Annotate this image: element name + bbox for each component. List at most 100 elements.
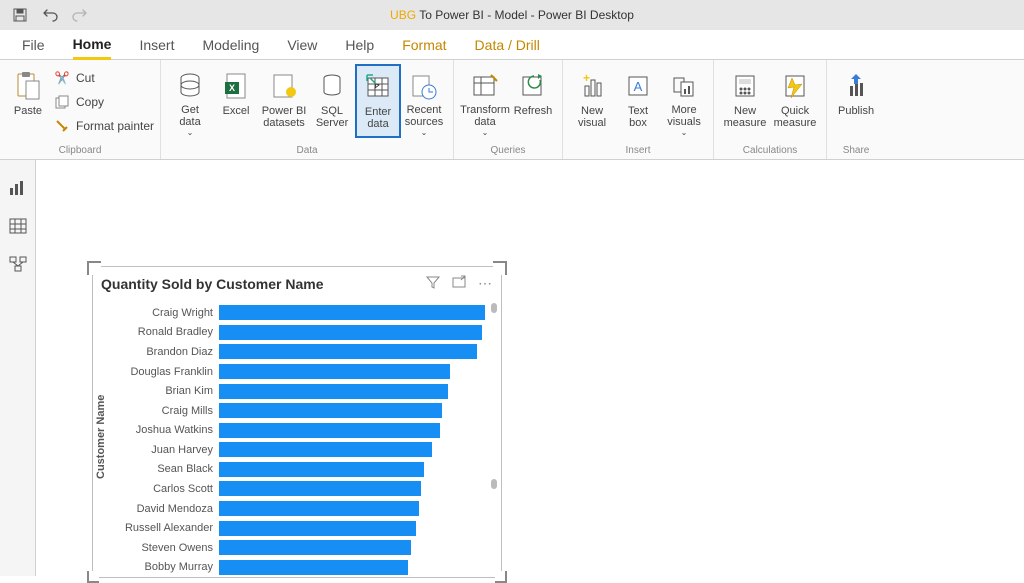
database-icon (177, 69, 203, 102)
data-view-button[interactable] (6, 216, 30, 236)
tab-modeling[interactable]: Modeling (202, 30, 259, 59)
sql-server-button[interactable]: SQL Server (309, 64, 355, 138)
more-visuals-button[interactable]: More visuals⌄ (661, 64, 707, 138)
tab-home[interactable]: Home (73, 31, 112, 60)
tab-insert[interactable]: Insert (139, 30, 174, 59)
view-rail (0, 160, 36, 576)
bar-fill[interactable] (219, 423, 440, 438)
enter-data-icon (365, 70, 391, 104)
bar-row: Brandon Diaz (109, 342, 485, 362)
ribbon-group-share: Publish Share (827, 60, 885, 159)
bar-label: Joshua Watkins (109, 424, 219, 436)
scroll-thumb-bottom[interactable] (491, 479, 497, 489)
report-view-button[interactable] (6, 178, 30, 198)
bar-fill[interactable] (219, 442, 432, 457)
ribbon-group-data: Get data⌄ XExcel Power BI datasets SQL S… (161, 60, 454, 159)
bar-row: Sean Black (109, 460, 485, 480)
bar-row: Brian Kim (109, 381, 485, 401)
bar-label: David Mendoza (109, 503, 219, 515)
bar-row: Ronald Bradley (109, 323, 485, 343)
bar-fill[interactable] (219, 344, 477, 359)
bar-row: Joshua Watkins (109, 420, 485, 440)
excel-button[interactable]: XExcel (213, 64, 259, 138)
bar-label: Sean Black (109, 463, 219, 475)
bar-fill[interactable] (219, 384, 448, 399)
new-measure-button[interactable]: New measure (720, 64, 770, 138)
bar-fill[interactable] (219, 305, 485, 320)
more-options-icon[interactable]: ⋯ (478, 275, 493, 294)
clipboard-small-buttons: ✂️Cut Copy Format painter (50, 64, 154, 136)
recent-sources-button[interactable]: Recent sources⌄ (401, 64, 447, 138)
quick-measure-button[interactable]: Quick measure (770, 64, 820, 138)
undo-icon[interactable] (42, 7, 58, 23)
tab-data-drill[interactable]: Data / Drill (475, 30, 540, 59)
bar-row: Bobby Murray (109, 558, 485, 578)
ribbon-group-calculations: New measure Quick measure Calculations (714, 60, 827, 159)
chart-bars: Craig WrightRonald Bradley Brandon Diaz Do… (109, 297, 485, 577)
report-canvas[interactable]: Quantity Sold by Customer Name ⋯ Custome… (36, 160, 1024, 576)
more-visuals-icon (671, 69, 697, 102)
model-view-button[interactable] (6, 254, 30, 274)
copy-button[interactable]: Copy (54, 92, 154, 112)
publish-icon (843, 69, 869, 103)
cut-icon: ✂️ (54, 70, 70, 86)
bar-row: Craig Mills (109, 401, 485, 421)
svg-text:A: A (634, 79, 643, 94)
clipboard-icon (15, 69, 41, 103)
bar-fill[interactable] (219, 501, 419, 516)
ribbon-group-queries: Transform data⌄ Refresh Queries (454, 60, 563, 159)
filter-icon[interactable] (426, 275, 440, 294)
tab-view[interactable]: View (287, 30, 317, 59)
paste-button[interactable]: Paste (6, 64, 50, 138)
bar-fill[interactable] (219, 325, 482, 340)
bar-row: Russell Alexander (109, 518, 485, 538)
new-visual-button[interactable]: +New visual (569, 64, 615, 138)
bar-label: Steven Owens (109, 542, 219, 554)
bar-row: Craig Wright (109, 303, 485, 323)
transform-data-button[interactable]: Transform data⌄ (460, 64, 510, 138)
save-icon[interactable] (12, 7, 28, 23)
get-data-button[interactable]: Get data⌄ (167, 64, 213, 138)
bar-fill[interactable] (219, 462, 424, 477)
format-painter-button[interactable]: Format painter (54, 116, 154, 136)
publish-button[interactable]: Publish (833, 64, 879, 138)
bar-fill[interactable] (219, 364, 450, 379)
refresh-button[interactable]: Refresh (510, 64, 556, 138)
text-box-button[interactable]: AText box (615, 64, 661, 138)
recent-icon (411, 69, 437, 102)
bar-label: Juan Harvey (109, 444, 219, 456)
dataset-icon (271, 69, 297, 103)
tab-help[interactable]: Help (345, 30, 374, 59)
title-bar: UBG To Power BI - Model - Power BI Deskt… (0, 0, 1024, 30)
textbox-icon: A (626, 69, 650, 103)
ribbon-tabs: File Home Insert Modeling View Help Form… (0, 30, 1024, 60)
bar-fill[interactable] (219, 560, 408, 575)
tab-file[interactable]: File (22, 30, 45, 59)
chart-title: Quantity Sold by Customer Name (101, 276, 426, 292)
bar-fill[interactable] (219, 403, 442, 418)
scroll-thumb-top[interactable] (491, 303, 497, 313)
chart-scrollbar[interactable] (491, 303, 497, 569)
bar-label: Brandon Diaz (109, 346, 219, 358)
quick-measure-icon (782, 69, 808, 103)
bar-label: Douglas Franklin (109, 366, 219, 378)
redo-icon[interactable] (72, 7, 88, 23)
bar-row: David Mendoza (109, 499, 485, 519)
visual-header: Quantity Sold by Customer Name ⋯ (93, 267, 501, 297)
bar-row: Juan Harvey (109, 440, 485, 460)
chart-icon: + (579, 69, 605, 103)
bar-fill[interactable] (219, 521, 416, 536)
refresh-icon (520, 69, 546, 103)
focus-mode-icon[interactable] (452, 275, 466, 294)
ribbon-group-insert: +New visual AText box More visuals⌄ Inse… (563, 60, 714, 159)
bar-fill[interactable] (219, 540, 411, 555)
pbi-datasets-button[interactable]: Power BI datasets (259, 64, 309, 138)
cut-button[interactable]: ✂️Cut (54, 68, 154, 88)
bar-row: Steven Owens (109, 538, 485, 558)
tab-format[interactable]: Format (402, 30, 446, 59)
chart-visual[interactable]: Quantity Sold by Customer Name ⋯ Custome… (92, 266, 502, 578)
measure-icon (732, 69, 758, 103)
bar-fill[interactable] (219, 481, 421, 496)
enter-data-button[interactable]: Enter data (355, 64, 401, 138)
bar-label: Brian Kim (109, 385, 219, 397)
